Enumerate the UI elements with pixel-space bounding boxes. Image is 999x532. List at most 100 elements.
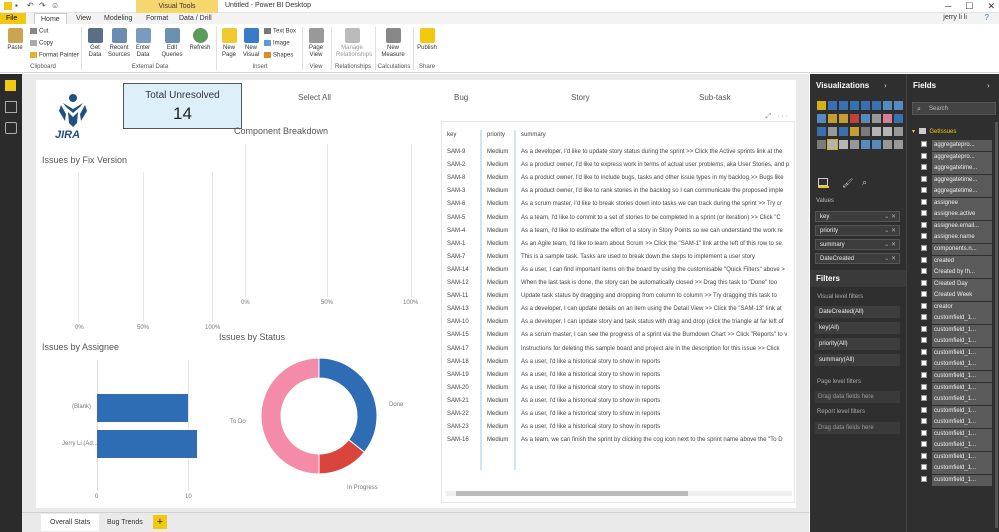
scrollbar-thumb[interactable] bbox=[456, 491, 688, 496]
tab-file[interactable]: File bbox=[0, 13, 26, 24]
slicer-story[interactable]: Story bbox=[571, 93, 590, 102]
filter-summary[interactable]: summary(All) bbox=[815, 354, 900, 366]
table-row[interactable]: SAM-9 Medium As a developer, I'd like to u… bbox=[442, 146, 794, 159]
table-row[interactable]: SAM-20 Medium As a user, I'd like a histor… bbox=[442, 382, 794, 395]
data-view-icon[interactable] bbox=[5, 101, 17, 113]
format-paint-roller-icon[interactable]: 🖌 bbox=[842, 178, 853, 189]
custom-visual-icon[interactable] bbox=[883, 140, 892, 149]
field-item[interactable]: components.n... bbox=[921, 243, 995, 255]
edit-queries-button[interactable]: Edit Queries bbox=[160, 28, 184, 59]
field-checkbox[interactable] bbox=[921, 198, 927, 205]
column-header-key[interactable]: key bbox=[447, 132, 456, 138]
table-row[interactable]: SAM-13 Medium As a developer, I can update… bbox=[442, 303, 794, 316]
recent-sources-button[interactable]: Recent Sources bbox=[107, 28, 131, 59]
redo-icon[interactable]: ↷ bbox=[39, 1, 48, 10]
field-item[interactable]: customfield_1... bbox=[921, 463, 995, 475]
stacked-bar-icon[interactable] bbox=[817, 101, 826, 110]
waterfall-icon[interactable] bbox=[861, 114, 870, 123]
field-checkbox[interactable] bbox=[921, 348, 927, 355]
value-well-priority[interactable]: priority ⌄ ✕ bbox=[815, 225, 900, 236]
field-item[interactable]: customfield_1... bbox=[921, 371, 995, 382]
field-item[interactable]: assignee.name bbox=[921, 232, 995, 244]
field-checkbox[interactable] bbox=[921, 475, 927, 482]
add-page-button[interactable]: + bbox=[153, 515, 167, 529]
table-row[interactable]: SAM-23 Medium As a user, I'd like a histor… bbox=[442, 421, 794, 434]
table-row[interactable]: SAM-19 Medium As a user, I'd like a histor… bbox=[442, 369, 794, 382]
pie-chart-icon[interactable] bbox=[883, 114, 892, 123]
table-row[interactable]: SAM-1 Medium As an Agile team, I'd like to… bbox=[442, 238, 794, 251]
filter-datecreated[interactable]: DateCreated(All) bbox=[815, 306, 900, 318]
field-item[interactable]: customfield_1... bbox=[921, 324, 995, 336]
copy-button[interactable]: Copy bbox=[30, 40, 53, 48]
table-row[interactable]: SAM-5 Medium As a team, I'd like to commit… bbox=[442, 212, 794, 225]
save-icon[interactable]: ▪ bbox=[15, 1, 24, 10]
table-row[interactable]: SAM-2 Medium As a product owner, I'd like … bbox=[442, 159, 794, 172]
remove-field-icon[interactable]: ⌄ ✕ bbox=[884, 212, 896, 222]
format-painter-button[interactable]: Format Painter bbox=[30, 52, 79, 60]
value-well-key[interactable]: key ⌄ ✕ bbox=[815, 211, 900, 222]
close-button[interactable]: ✕ bbox=[987, 0, 995, 12]
assignee-bar[interactable] bbox=[97, 394, 188, 422]
slicer-select-all[interactable]: Select All bbox=[298, 93, 331, 102]
tab-modeling[interactable]: Modeling bbox=[98, 13, 138, 24]
field-checkbox[interactable] bbox=[921, 268, 927, 275]
table-row[interactable]: SAM-8 Medium As a product owner, I'd like … bbox=[442, 172, 794, 185]
table-row[interactable]: SAM-16 Medium As a team, we can finish the… bbox=[442, 434, 794, 447]
ribbon-chart-icon[interactable] bbox=[850, 114, 859, 123]
100-column-icon[interactable] bbox=[872, 101, 881, 110]
field-checkbox[interactable] bbox=[921, 383, 927, 390]
field-item[interactable]: created bbox=[921, 255, 995, 267]
field-checkbox[interactable] bbox=[921, 175, 927, 182]
undo-icon[interactable]: ↶ bbox=[27, 1, 36, 10]
smiley-icon[interactable]: ☺ bbox=[51, 1, 60, 10]
field-checkbox[interactable] bbox=[921, 210, 927, 217]
visual-header-icons[interactable]: ⤢ ··· bbox=[765, 113, 790, 121]
collapse-chevron-icon[interactable]: › bbox=[884, 81, 887, 90]
filter-priority[interactable]: priority(All) bbox=[815, 338, 900, 350]
field-item[interactable]: customfield_1... bbox=[921, 336, 995, 348]
refresh-button[interactable]: Refresh bbox=[189, 28, 211, 52]
table-row[interactable]: SAM-18 Medium As a user, I'd like a histor… bbox=[442, 356, 794, 369]
field-checkbox[interactable] bbox=[921, 279, 927, 286]
donut-slice-done[interactable] bbox=[318, 357, 378, 453]
import-icon[interactable] bbox=[894, 140, 903, 149]
help-icon[interactable]: ? bbox=[985, 13, 989, 22]
tab-format[interactable]: Format bbox=[140, 13, 174, 24]
user-name[interactable]: jerry li li bbox=[943, 14, 967, 21]
analytics-magnifier-icon[interactable]: ⌕ bbox=[862, 177, 867, 188]
field-checkbox[interactable] bbox=[921, 325, 927, 332]
treemap-icon[interactable] bbox=[817, 127, 826, 136]
new-visual-button[interactable]: New Visual bbox=[242, 28, 260, 59]
table-row[interactable]: SAM-4 Medium As a team, I'd like to estima… bbox=[442, 225, 794, 238]
table-row[interactable]: SAM-22 Medium As a user, I'd like a histor… bbox=[442, 408, 794, 421]
page-filter-dropzone[interactable]: Drag data fields here bbox=[815, 391, 900, 403]
collapse-chevron-icon[interactable]: › bbox=[987, 81, 990, 90]
gauge-icon[interactable] bbox=[861, 127, 870, 136]
restore-button[interactable]: ☐ bbox=[965, 0, 973, 12]
tab-view[interactable]: View bbox=[70, 13, 97, 24]
field-item[interactable]: Created by th... bbox=[921, 267, 995, 279]
field-checkbox[interactable] bbox=[921, 360, 927, 367]
field-item[interactable]: Created Week bbox=[921, 290, 995, 302]
field-checkbox[interactable] bbox=[921, 441, 927, 448]
fields-scrollbar[interactable] bbox=[995, 122, 998, 528]
table-row[interactable]: SAM-10 Medium As a developer, I can update… bbox=[442, 316, 794, 329]
remove-field-icon[interactable]: ⌄ ✕ bbox=[884, 254, 896, 264]
new-measure-button[interactable]: New Measure bbox=[379, 28, 407, 59]
field-checkbox[interactable] bbox=[921, 302, 927, 309]
field-checkbox[interactable] bbox=[921, 256, 927, 263]
slicer-icon[interactable] bbox=[817, 140, 826, 149]
filter-key[interactable]: key(All) bbox=[815, 322, 900, 334]
tab-data-drill[interactable]: Data / Drill bbox=[173, 13, 218, 24]
field-item[interactable]: customfield_1... bbox=[921, 347, 995, 359]
table-row[interactable]: SAM-21 Medium As a user, I'd like a histor… bbox=[442, 395, 794, 408]
table-row[interactable]: SAM-7 Medium This is a sample task. Tasks … bbox=[442, 251, 794, 264]
line-chart-icon[interactable] bbox=[883, 101, 892, 110]
field-checkbox[interactable] bbox=[921, 291, 927, 298]
field-item[interactable]: aggregatetime... bbox=[921, 186, 995, 198]
more-visuals-icon[interactable] bbox=[872, 140, 881, 149]
total-unresolved-card[interactable]: Total Unresolved 14 bbox=[123, 83, 242, 129]
field-item[interactable]: customfield_1... bbox=[921, 417, 995, 429]
field-item[interactable]: aggregatepro... bbox=[921, 140, 995, 151]
field-item[interactable]: aggregatetime... bbox=[921, 174, 995, 186]
